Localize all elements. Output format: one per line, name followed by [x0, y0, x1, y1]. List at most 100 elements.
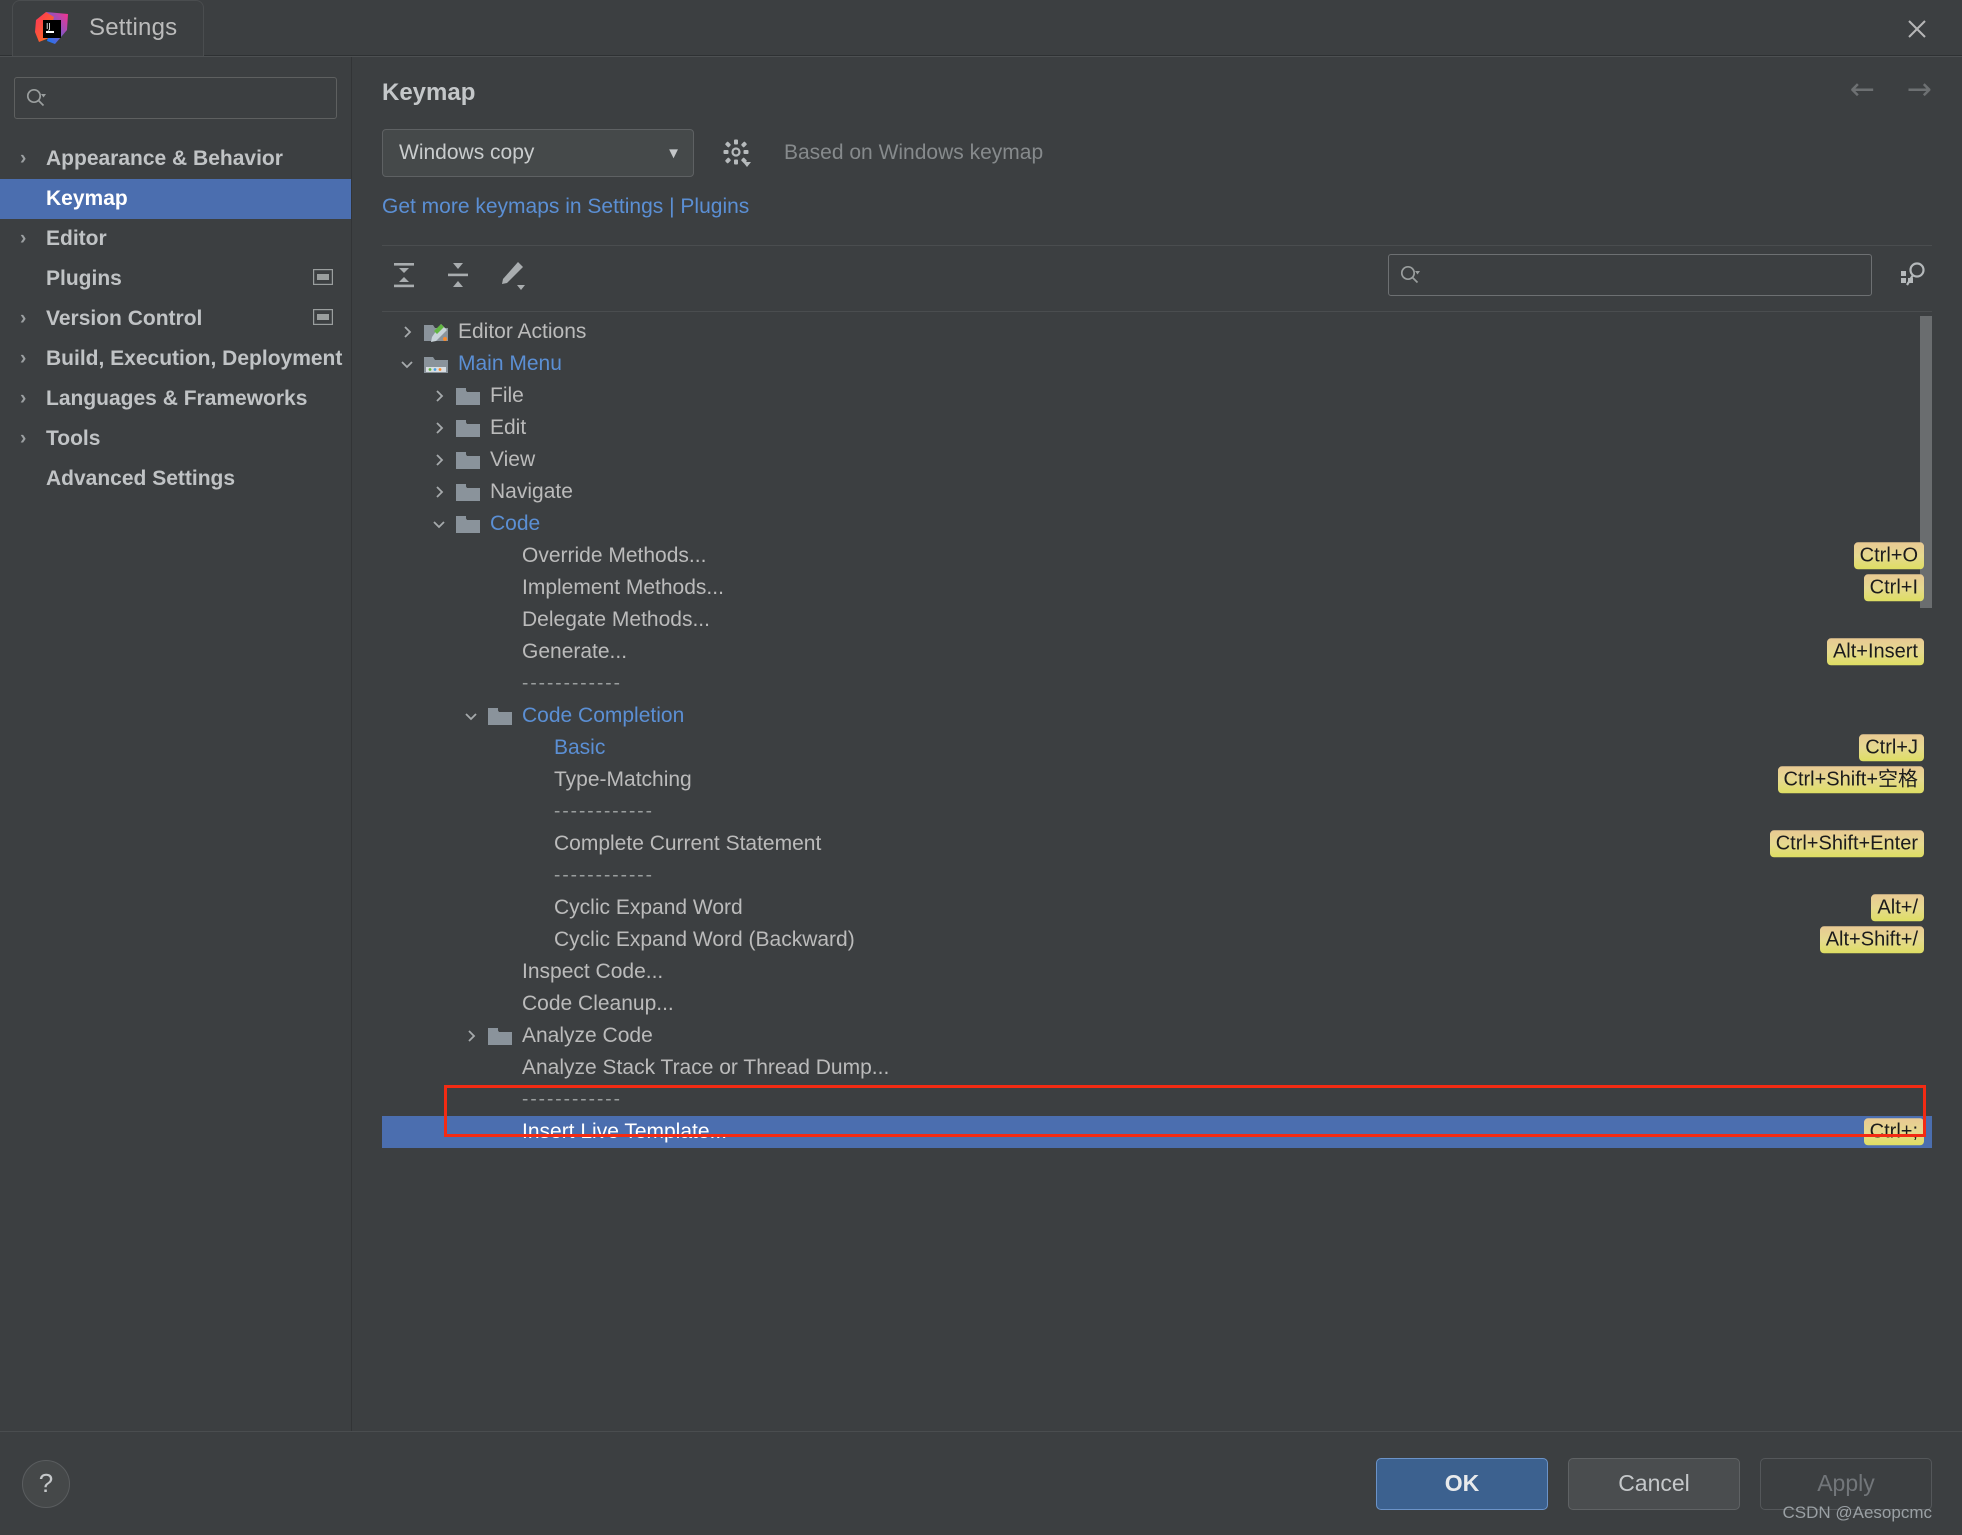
- chevron-right-icon[interactable]: [456, 1028, 486, 1044]
- edit-pencil-icon[interactable]: [490, 253, 534, 297]
- tree-row[interactable]: Implement Methods...Ctrl+I: [382, 572, 1932, 604]
- tree-separator-row[interactable]: ------------: [382, 1084, 1932, 1116]
- title-tab: IJ Settings: [12, 0, 204, 56]
- tree-row[interactable]: Edit: [382, 412, 1932, 444]
- folder-icon: [486, 706, 514, 727]
- keymap-toolbar: [382, 245, 1932, 303]
- chevron-right-icon[interactable]: ›: [20, 348, 46, 370]
- sidebar-item-version-control[interactable]: › Version Control: [0, 299, 351, 339]
- sidebar-item-list: › Appearance & Behavior Keymap › Editor …: [0, 139, 351, 499]
- cancel-button[interactable]: Cancel: [1568, 1458, 1740, 1510]
- tree-row[interactable]: Editor Actions: [382, 316, 1932, 348]
- tree-row-label: Implement Methods...: [522, 576, 724, 600]
- tree-row[interactable]: Cyclic Expand Word (Backward)Alt+Shift+/: [382, 924, 1932, 956]
- tree-row[interactable]: Complete Current StatementCtrl+Shift+Ent…: [382, 828, 1932, 860]
- tree-separator-row[interactable]: ------------: [382, 860, 1932, 892]
- chevron-right-icon[interactable]: [424, 388, 454, 404]
- tree-row[interactable]: Analyze Stack Trace or Thread Dump...: [382, 1052, 1932, 1084]
- sidebar-item-languages-frameworks[interactable]: › Languages & Frameworks: [0, 379, 351, 419]
- intellij-idea-logo-icon: IJ: [35, 11, 69, 45]
- sidebar-item-advanced-settings[interactable]: Advanced Settings: [0, 459, 351, 499]
- sidebar-item-appearance-behavior[interactable]: › Appearance & Behavior: [0, 139, 351, 179]
- tree-row[interactable]: Main Menu: [382, 348, 1932, 380]
- tree-row-label: Main Menu: [458, 352, 562, 376]
- sidebar-item-label: Build, Execution, Deployment: [46, 347, 342, 371]
- gear-icon[interactable]: [722, 138, 752, 168]
- sidebar-item-build-execution-deployment[interactable]: › Build, Execution, Deployment: [0, 339, 351, 379]
- sidebar-item-label: Version Control: [46, 307, 202, 331]
- help-button[interactable]: ?: [22, 1460, 70, 1508]
- folder-icon: [486, 1026, 514, 1047]
- tree-row[interactable]: Code Cleanup...: [382, 988, 1932, 1020]
- back-arrow-icon[interactable]: ←: [1850, 75, 1875, 105]
- chevron-right-icon[interactable]: ›: [20, 228, 46, 250]
- shortcut-badge: Ctrl+;: [1864, 1118, 1924, 1145]
- sidebar-item-label: Plugins: [46, 267, 122, 291]
- get-more-keymaps-link[interactable]: Get more keymaps in Settings | Plugins: [352, 177, 1962, 219]
- based-on-label: Based on Windows keymap: [784, 141, 1043, 165]
- search-icon: [25, 87, 47, 109]
- chevron-right-icon[interactable]: ›: [20, 148, 46, 170]
- tree-row-label: Code Completion: [522, 704, 684, 728]
- editor-actions-icon: [422, 322, 450, 343]
- find-shortcut-icon[interactable]: [1894, 259, 1932, 291]
- chevron-right-icon[interactable]: [424, 420, 454, 436]
- tree-row[interactable]: Insert Live Template... Ctrl+;: [382, 1116, 1932, 1148]
- chevron-right-icon[interactable]: [424, 484, 454, 500]
- dialog-footer: ? OK Cancel Apply CSDN @Aesopcmc: [0, 1431, 1962, 1535]
- collapse-all-icon[interactable]: [436, 253, 480, 297]
- folder-icon: [454, 514, 482, 535]
- chevron-right-icon[interactable]: ›: [20, 428, 46, 450]
- window-icon: [313, 307, 333, 331]
- sidebar-item-keymap[interactable]: Keymap: [0, 179, 351, 219]
- forward-arrow-icon[interactable]: →: [1907, 75, 1932, 105]
- sidebar-search-input[interactable]: [55, 88, 326, 109]
- chevron-right-icon[interactable]: [392, 324, 422, 340]
- tree-row-label: Editor Actions: [458, 320, 586, 344]
- close-icon[interactable]: [1898, 10, 1936, 48]
- tree-row[interactable]: Type-MatchingCtrl+Shift+空格: [382, 764, 1932, 796]
- shortcut-badge: Ctrl+J: [1859, 734, 1924, 761]
- shortcut-badge: Alt+/: [1871, 894, 1924, 921]
- expand-all-icon[interactable]: [382, 253, 426, 297]
- chevron-down-icon[interactable]: [392, 356, 422, 372]
- keymap-tree-wrap: Editor Actions Main Menu File EditViewNavig…: [382, 311, 1932, 1431]
- keymap-search-box[interactable]: [1388, 254, 1872, 296]
- tree-row[interactable]: View: [382, 444, 1932, 476]
- chevron-down-icon[interactable]: [424, 516, 454, 532]
- sidebar-item-plugins[interactable]: Plugins: [0, 259, 351, 299]
- tree-row[interactable]: Code: [382, 508, 1932, 540]
- title-bar: IJ Settings: [0, 0, 1962, 56]
- tree-row-label: Insert Live Template...: [522, 1120, 727, 1144]
- tree-row[interactable]: Analyze Code: [382, 1020, 1932, 1052]
- tree-row[interactable]: Delegate Methods...: [382, 604, 1932, 636]
- chevron-right-icon[interactable]: ›: [20, 308, 46, 330]
- tree-separator-row[interactable]: ------------: [382, 668, 1932, 700]
- tree-separator-row[interactable]: ------------: [382, 796, 1932, 828]
- tree-row-label: File: [490, 384, 524, 408]
- tree-row[interactable]: Navigate: [382, 476, 1932, 508]
- chevron-down-icon[interactable]: ▼: [666, 145, 681, 162]
- sidebar-search-box[interactable]: [14, 77, 337, 119]
- tree-row[interactable]: File: [382, 380, 1932, 412]
- sidebar-item-tools[interactable]: › Tools: [0, 419, 351, 459]
- folder-icon: [454, 418, 482, 439]
- tree-row[interactable]: Generate...Alt+Insert: [382, 636, 1932, 668]
- sidebar-item-label: Editor: [46, 227, 107, 251]
- chevron-down-icon[interactable]: [456, 708, 486, 724]
- folder-icon: [454, 482, 482, 503]
- keymap-search-input[interactable]: [1429, 264, 1861, 285]
- chevron-right-icon[interactable]: ›: [20, 388, 46, 410]
- tree-row[interactable]: Inspect Code...: [382, 956, 1932, 988]
- tree-row[interactable]: Basic Ctrl+J: [382, 732, 1932, 764]
- tree-row[interactable]: Override Methods...Ctrl+O: [382, 540, 1932, 572]
- tree-row-label: Delegate Methods...: [522, 608, 710, 632]
- chevron-right-icon[interactable]: [424, 452, 454, 468]
- sidebar-item-editor[interactable]: › Editor: [0, 219, 351, 259]
- tree-row[interactable]: Cyclic Expand WordAlt+/: [382, 892, 1932, 924]
- apply-button: Apply: [1760, 1458, 1932, 1510]
- tree-row-label: Basic: [554, 736, 605, 760]
- tree-row[interactable]: Code Completion: [382, 700, 1932, 732]
- ok-button[interactable]: OK: [1376, 1458, 1548, 1510]
- keymap-select[interactable]: Windows copy ▼: [382, 129, 694, 177]
